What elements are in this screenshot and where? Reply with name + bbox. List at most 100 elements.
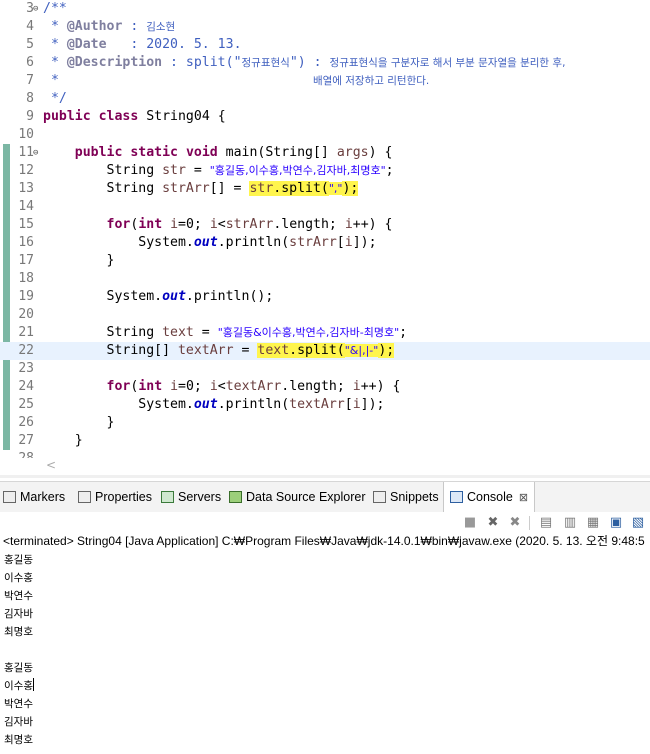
code-text: public static void main(String[] args) {: [43, 144, 393, 162]
code-line[interactable]: 11 ⊖ public static void main(String[] arg…: [0, 144, 650, 162]
console-icon: [450, 491, 463, 503]
tab-markers[interactable]: Markers: [3, 482, 65, 512]
code-token: *: [43, 19, 67, 34]
code-token: "&|,|-": [344, 344, 379, 357]
console-output-line: 김자바: [4, 716, 33, 728]
code-text: String[] textArr = text.split("&|,|-");: [43, 342, 395, 360]
code-line[interactable]: 22 String[] textArr = text.split("&|,|-"…: [0, 342, 650, 360]
code-line[interactable]: 3 ⊖ /**: [0, 0, 650, 18]
show-console-on-output-icon[interactable]: ▣: [608, 515, 624, 531]
horizontal-scrollbar[interactable]: <: [0, 458, 650, 475]
code-token: =: [193, 325, 218, 340]
code-line[interactable]: 19 System.out.println();: [0, 288, 650, 306]
code-line[interactable]: 5 * @Date : 2020. 5. 13.: [0, 36, 650, 54]
code-line[interactable]: 21 String text = "홍길동&이수홍,박연수,김자바-최명호";: [0, 324, 650, 342]
console-output-line: 최명호: [4, 734, 33, 746]
code-line[interactable]: 27 }: [0, 432, 650, 450]
line-number: 3: [26, 1, 34, 16]
code-token: */: [43, 91, 67, 106]
code-token: [: [336, 235, 345, 250]
code-token: @Description: [66, 55, 163, 70]
code-token: }: [43, 433, 83, 448]
scroll-lock-icon[interactable]: ▥: [562, 515, 578, 531]
editor-bottom-border: [0, 475, 650, 478]
code-token: for: [106, 217, 131, 232]
code-text: */: [43, 90, 67, 108]
line-number: 20: [18, 307, 34, 322]
tab-servers[interactable]: Servers: [161, 482, 221, 512]
code-line[interactable]: 7 * 배열에 저장하고 리턴한다.: [0, 72, 650, 90]
code-token: 김소현: [146, 21, 176, 33]
fold-toggle-icon[interactable]: ⊖: [33, 146, 38, 160]
console-output[interactable]: 홍길동 이수홍 박연수 김자바 최명호 홍길동 이수홍 박연수 김자바 최명호: [4, 551, 34, 749]
code-token: class: [98, 109, 139, 124]
code-token: int: [138, 379, 163, 394]
clear-console-icon[interactable]: ▤: [538, 515, 554, 531]
code-line[interactable]: 12 String str = "홍길동,이수홍,박연수,김자바,최명호";: [0, 162, 650, 180]
line-number: 15: [18, 217, 34, 232]
code-text: * @Author : 김소현: [43, 18, 175, 36]
tab-properties[interactable]: Properties: [78, 482, 152, 512]
line-number: 5: [26, 37, 34, 52]
code-token: );: [342, 181, 359, 196]
code-line[interactable]: 8 */: [0, 90, 650, 108]
code-token: i: [170, 379, 179, 394]
code-token: @Date: [66, 37, 107, 52]
code-line[interactable]: 6 * @Description : split("정규표현식") : 정규표현…: [0, 54, 650, 72]
code-line[interactable]: 4 * @Author : 김소현: [0, 18, 650, 36]
code-text: for(int i=0; i<strArr.length; i++) {: [43, 216, 393, 234]
code-line[interactable]: 17 }: [0, 252, 650, 270]
code-token: =: [185, 163, 210, 178]
code-line[interactable]: 13 String strArr[] = str.split(",");: [0, 180, 650, 198]
code-line[interactable]: 15 for(int i=0; i<strArr.length; i++) {: [0, 216, 650, 234]
code-line[interactable]: 24 for(int i=0; i<textArr.length; i++) {: [0, 378, 650, 396]
code-token: : split(": [162, 55, 242, 70]
terminate-icon[interactable]: ■: [462, 515, 478, 531]
word-wrap-icon[interactable]: ▦: [585, 515, 601, 531]
line-number: 23: [18, 361, 34, 376]
code-editor[interactable]: 3 ⊖/** 4 * @Author : 김소현 5 * @Date : 2020. …: [0, 0, 650, 478]
line-number: 11: [18, 145, 34, 160]
tab-data-source-explorer[interactable]: Data Source Explorer: [229, 482, 366, 512]
text-caret: [32, 678, 34, 691]
code-line[interactable]: 23: [0, 360, 650, 378]
code-line[interactable]: 25 System.out.println(textArr[i]);: [0, 396, 650, 414]
console-toolbar: ■ ✖ ✖ ▤ ▥ ▦ ▣ ▧: [0, 512, 650, 534]
code-token: textArr: [289, 397, 345, 412]
code-token: ",": [328, 182, 343, 195]
code-text: public class String04 {: [43, 108, 226, 126]
code-line[interactable]: 18: [0, 270, 650, 288]
code-text: System.out.println(textArr[i]);: [43, 396, 384, 414]
close-icon[interactable]: ⊠: [519, 492, 528, 504]
code-token: main(String[]: [217, 145, 337, 160]
console-output-line: 이수홍: [4, 572, 33, 584]
code-line[interactable]: 16 System.out.println(strArr[i]);: [0, 234, 650, 252]
scroll-left-icon[interactable]: <: [46, 458, 56, 472]
code-line[interactable]: 26 }: [0, 414, 650, 432]
fold-toggle-icon[interactable]: ⊖: [33, 2, 38, 16]
code-token: i: [352, 379, 361, 394]
code-token: text: [162, 325, 194, 340]
code-token: args: [336, 145, 369, 160]
tab-snippets[interactable]: Snippets: [373, 482, 439, 512]
code-token: for: [106, 379, 131, 394]
code-line[interactable]: 20: [0, 306, 650, 324]
code-text: }: [43, 414, 115, 432]
code-text: }: [43, 252, 115, 270]
remove-launch-icon[interactable]: ✖: [485, 515, 501, 531]
code-line[interactable]: 14: [0, 198, 650, 216]
tab-console[interactable]: Console ⊠: [443, 482, 536, 513]
code-token: ++) {: [352, 217, 393, 232]
line-number: 22: [18, 343, 34, 358]
properties-icon: [78, 491, 91, 503]
pin-console-icon[interactable]: ▧: [630, 515, 646, 531]
code-token: *: [43, 73, 313, 88]
code-line[interactable]: 10: [0, 126, 650, 144]
code-token: =0;: [178, 217, 210, 232]
code-line[interactable]: 9 public class String04 {: [0, 108, 650, 126]
code-text: * @Description : split("정규표현식") : 정규표현식을…: [43, 54, 565, 72]
remove-all-terminated-icon[interactable]: ✖: [507, 515, 523, 531]
